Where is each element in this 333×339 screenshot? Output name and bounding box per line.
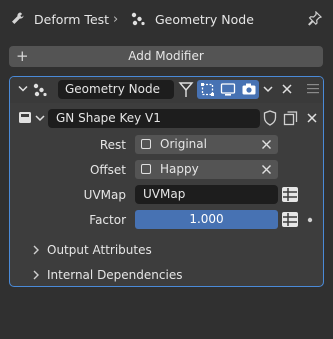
attribute-icon bbox=[141, 164, 151, 174]
breadcrumb-separator-icon: › bbox=[113, 12, 119, 27]
attribute-toggle-icon[interactable] bbox=[281, 211, 299, 228]
offset-value: Happy bbox=[160, 162, 199, 176]
modifier-breadcrumb-name: Geometry Node bbox=[155, 12, 254, 27]
attribute-toggle-icon[interactable] bbox=[281, 186, 299, 203]
section-label: Internal Dependencies bbox=[47, 268, 183, 282]
uvmap-value: UVMap bbox=[143, 187, 186, 201]
add-modifier-button[interactable]: + Add Modifier bbox=[9, 46, 323, 67]
object-name: Deform Test bbox=[34, 12, 110, 27]
section-label: Output Attributes bbox=[47, 243, 152, 257]
rest-value: Original bbox=[160, 137, 207, 151]
display-toggle-group bbox=[197, 80, 259, 99]
pin-icon[interactable] bbox=[308, 11, 322, 26]
internal-dependencies-section[interactable]: Internal Dependencies bbox=[32, 268, 182, 282]
keyframe-dot-icon[interactable] bbox=[307, 217, 313, 223]
clear-icon[interactable] bbox=[261, 164, 272, 175]
geometry-nodes-icon bbox=[130, 11, 146, 27]
drag-handle-icon[interactable] bbox=[307, 84, 319, 94]
duplicate-icon[interactable] bbox=[283, 110, 298, 126]
node-group-field[interactable]: GN Shape Key V1 bbox=[48, 109, 260, 128]
wrench-icon bbox=[10, 11, 25, 26]
factor-slider[interactable]: 1.000 bbox=[135, 210, 278, 229]
uvmap-label: UVMap bbox=[83, 188, 126, 202]
offset-label: Offset bbox=[89, 163, 126, 177]
render-icon[interactable] bbox=[241, 82, 257, 97]
remove-icon[interactable] bbox=[281, 83, 293, 95]
modifier-name-text: Geometry Node bbox=[65, 82, 160, 96]
uvmap-field[interactable]: UVMap bbox=[135, 185, 278, 204]
attribute-icon bbox=[141, 139, 151, 149]
factor-label: Factor bbox=[89, 213, 126, 227]
realtime-icon[interactable] bbox=[220, 82, 236, 97]
node-tree-selector[interactable] bbox=[18, 109, 48, 127]
edit-mode-icon[interactable] bbox=[200, 82, 215, 97]
collapse-chevron-icon[interactable] bbox=[18, 85, 28, 93]
offset-field[interactable]: Happy bbox=[135, 160, 278, 179]
output-attributes-section[interactable]: Output Attributes bbox=[32, 243, 152, 257]
modifier-panel: Geometry Node GN Shape Key V1 Rest Origi… bbox=[9, 76, 324, 287]
rest-field[interactable]: Original bbox=[135, 135, 278, 154]
rest-label: Rest bbox=[99, 138, 126, 152]
dropdown-icon[interactable] bbox=[263, 86, 273, 93]
factor-value: 1.000 bbox=[189, 212, 224, 226]
geometry-nodes-icon bbox=[32, 82, 48, 98]
modifier-name-field[interactable]: Geometry Node bbox=[58, 80, 174, 99]
node-group-name: GN Shape Key V1 bbox=[56, 111, 161, 125]
unlink-icon[interactable] bbox=[306, 112, 318, 124]
expand-chevron-icon bbox=[33, 245, 39, 255]
expand-chevron-icon bbox=[33, 270, 39, 280]
fake-user-icon[interactable] bbox=[263, 110, 277, 126]
clear-icon[interactable] bbox=[261, 139, 272, 150]
add-modifier-label: Add Modifier bbox=[128, 49, 204, 63]
properties-header: Deform Test › Geometry Node bbox=[0, 0, 333, 38]
on-cage-icon[interactable] bbox=[178, 81, 194, 98]
modifier-header: Geometry Node bbox=[10, 77, 323, 103]
